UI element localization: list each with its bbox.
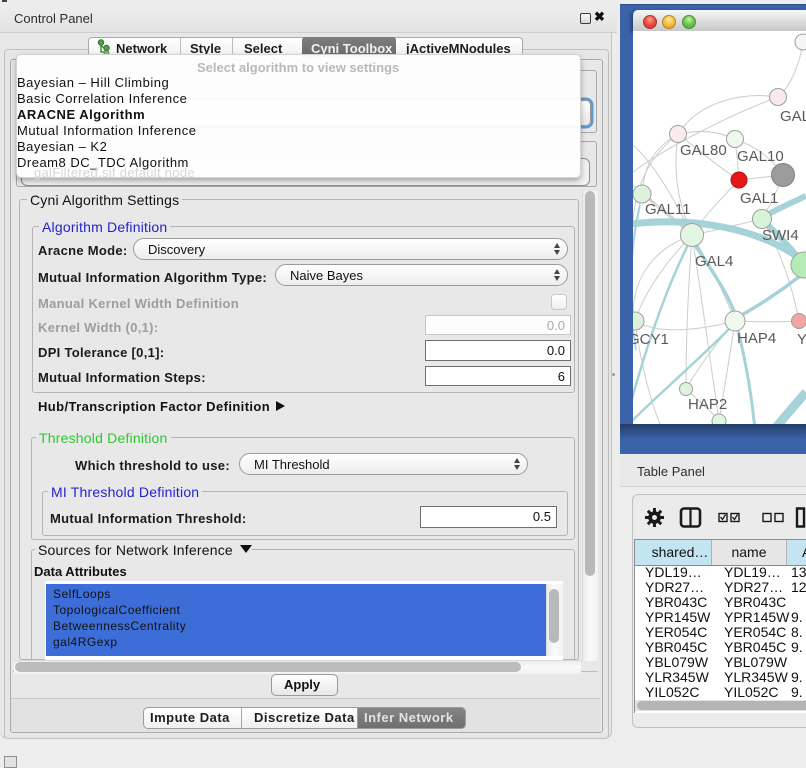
svg-text:GAL1: GAL1: [740, 190, 778, 207]
svg-text:GCY1: GCY1: [633, 331, 669, 348]
svg-text:GAL10: GAL10: [737, 148, 784, 165]
svg-text:SWI4: SWI4: [762, 227, 799, 244]
svg-text:HAP4: HAP4: [737, 330, 776, 347]
svg-text:Y: Y: [797, 331, 806, 348]
svg-text:GAL80: GAL80: [680, 142, 727, 159]
svg-text:GAL11: GAL11: [645, 201, 691, 218]
svg-text:GAL2: GAL2: [780, 108, 806, 125]
svg-text:HAP2: HAP2: [688, 396, 727, 413]
svg-text:GAL4: GAL4: [695, 253, 733, 270]
